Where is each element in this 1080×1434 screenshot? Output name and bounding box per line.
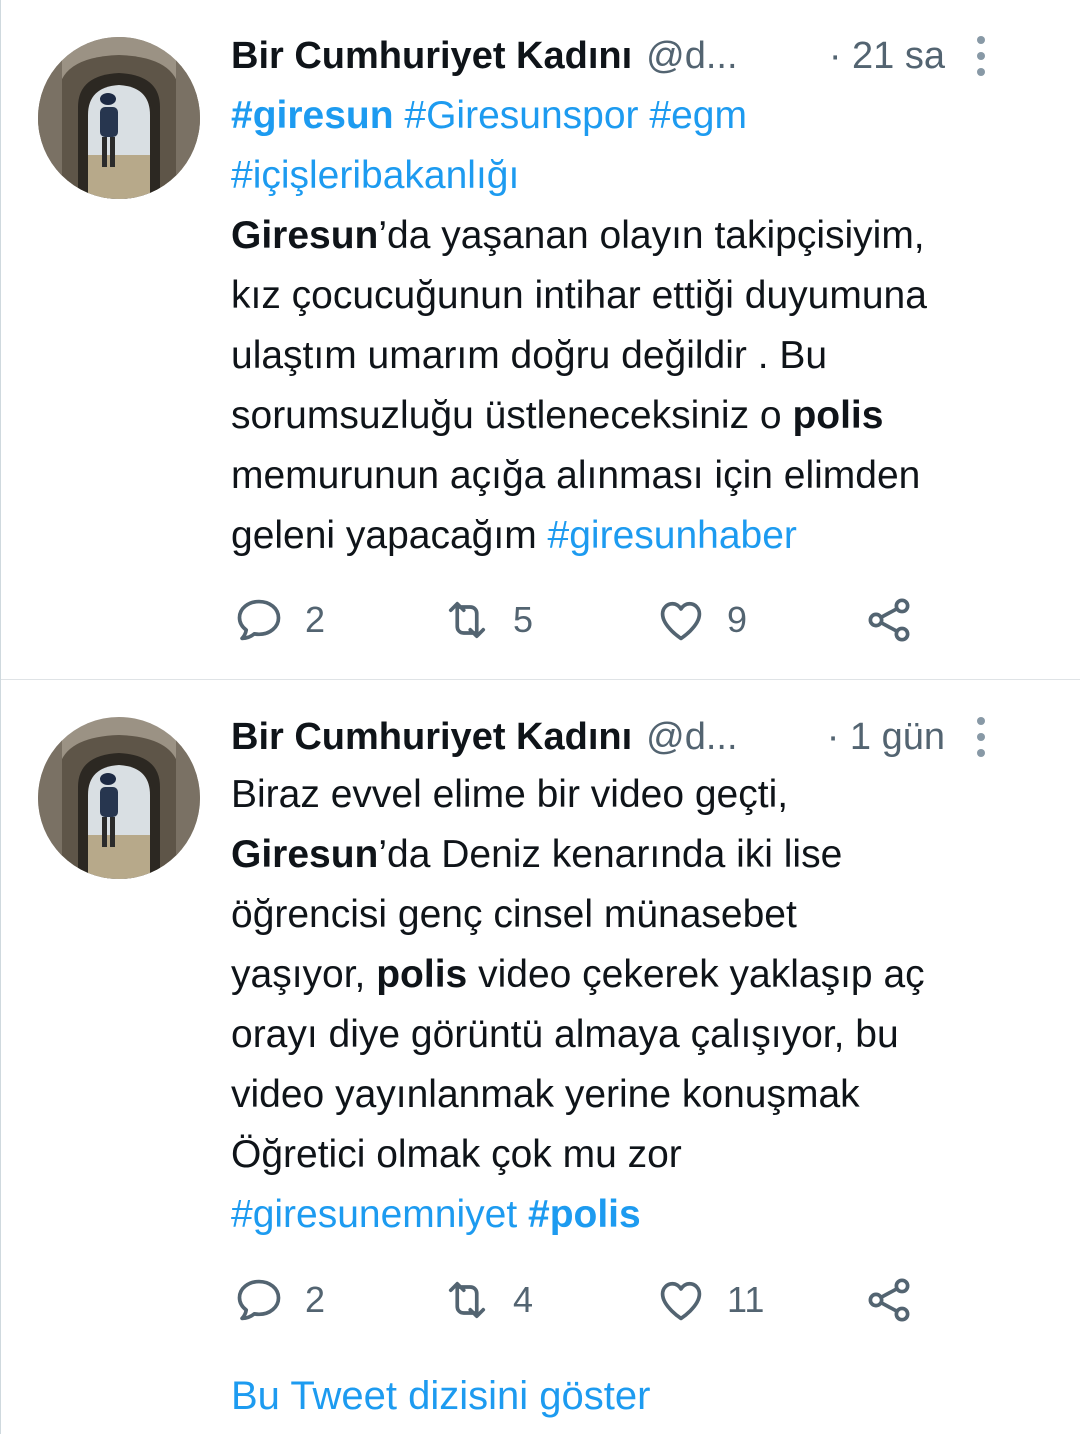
tweet-text-line: memurunun açığa alınması için elimden [231, 446, 1051, 506]
text-segment: video yayınlanmak yerine konuşmak [231, 1073, 860, 1116]
more-icon[interactable] [969, 36, 993, 76]
hashtag-link[interactable]: #egm [649, 94, 747, 137]
tweet-time[interactable]: · 1 gün [827, 716, 945, 759]
show-thread-link[interactable]: Bu Tweet dizisini göster [231, 1374, 650, 1419]
text-segment: ’da Deniz kenarında iki lise [378, 833, 843, 876]
share-icon [868, 598, 910, 642]
text-segment: yaşıyor, [231, 953, 377, 996]
tweet-text-line: Biraz evvel elime bir video geçti, [231, 765, 1051, 825]
reply-count: 2 [305, 599, 326, 640]
tweet-text-line: öğrencisi genç cinsel münasebet [231, 885, 1051, 945]
tweet-text-line: #içişleribakanlığı [231, 146, 1051, 206]
avatar-image [38, 37, 200, 199]
reply-button[interactable]: 2 [233, 1275, 325, 1325]
tweet-text-line: Öğretici olmak çok mu zor [231, 1125, 1051, 1185]
avatar[interactable] [38, 717, 200, 879]
text-segment: Giresun [231, 214, 379, 257]
tweet-text-line: Giresun’da Deniz kenarında iki lise [231, 825, 1051, 885]
tweet-text: #giresun #Giresunspor #egm #içişleribakan… [231, 86, 1051, 566]
tweet-actions: 2 5 9 [231, 595, 991, 645]
author-handle[interactable]: @d... [646, 716, 737, 759]
like-count: 9 [727, 599, 748, 640]
text-segment: ’da yaşanan olayın takipçisiyim, [378, 214, 925, 257]
text-segment [517, 1193, 528, 1236]
tweet-text-line: orayı diye görüntü almaya çalışıyor, bu [231, 1005, 1051, 1065]
like-button[interactable]: 11 [655, 1275, 764, 1325]
avatar-image [38, 717, 200, 879]
text-segment: geleni yapacağım [231, 514, 548, 557]
hashtag-link[interactable]: #Giresunspor [404, 94, 638, 137]
tweet-text-line: kız çocucuğunun intihar ettiği duyumuna [231, 266, 1051, 326]
avatar[interactable] [38, 37, 200, 199]
text-segment [394, 94, 405, 137]
retweet-button[interactable]: 5 [441, 595, 533, 645]
tweet-header: Bir Cumhuriyet Kadını @d... · 1 gün [231, 713, 1041, 761]
text-segment: polis [792, 394, 884, 437]
author-name[interactable]: Bir Cumhuriyet Kadını [231, 716, 632, 759]
retweet-icon [448, 601, 486, 639]
text-segment: kız çocucuğunun intihar ettiği duyumuna [231, 274, 927, 317]
tweet-2[interactable]: Bir Cumhuriyet Kadını @d... · 1 gün Bira… [1, 681, 1080, 1434]
text-segment: sorumsuzluğu üstleneceksiniz o [231, 394, 793, 437]
text-segment: orayı diye görüntü almaya çalışıyor, bu [231, 1013, 899, 1056]
tweet-header: Bir Cumhuriyet Kadını @d... · 21 sa [231, 32, 1041, 80]
retweet-button[interactable]: 4 [441, 1275, 533, 1325]
retweet-icon [448, 1281, 486, 1319]
heart-icon [660, 601, 702, 641]
tweet-text-line: yaşıyor, polis video çekerek yaklaşıp aç [231, 945, 1051, 1005]
text-segment: öğrencisi genç cinsel münasebet [231, 893, 797, 936]
tweet-text-line: #giresun #Giresunspor #egm [231, 86, 1051, 146]
hashtag-link[interactable]: #polis [528, 1193, 641, 1236]
share-button[interactable] [863, 595, 915, 645]
tweet-text-line: video yayınlanmak yerine konuşmak [231, 1065, 1051, 1125]
tweet-text: Biraz evvel elime bir video geçti, Giresu… [231, 765, 1051, 1245]
tweet-actions: 2 4 11 [231, 1275, 991, 1325]
text-segment: memurunun açığa alınması için elimden [231, 454, 921, 497]
reply-icon [237, 1279, 281, 1321]
author-handle[interactable]: @d... [646, 35, 737, 78]
retweet-count: 4 [513, 1279, 534, 1320]
author-name[interactable]: Bir Cumhuriyet Kadını [231, 35, 632, 78]
more-icon[interactable] [969, 717, 993, 757]
like-button[interactable]: 9 [655, 595, 747, 645]
text-segment: ulaştım umarım doğru değildir . Bu [231, 334, 828, 377]
text-segment [639, 94, 650, 137]
share-icon [868, 1278, 910, 1322]
tweet-text-line: sorumsuzluğu üstleneceksiniz o polis [231, 386, 1051, 446]
tweet-text-line: #giresunemniyet #polis [231, 1185, 1051, 1245]
text-segment: Öğretici olmak çok mu zor [231, 1133, 682, 1176]
reply-count: 2 [305, 1279, 326, 1320]
text-segment: video çekerek yaklaşıp aç [467, 953, 925, 996]
tweet-text-line: Giresun’da yaşanan olayın takipçisiyim, [231, 206, 1051, 266]
tweet-1[interactable]: Bir Cumhuriyet Kadını @d... · 21 sa #gir… [1, 0, 1080, 680]
reply-button[interactable]: 2 [233, 595, 325, 645]
text-segment: Biraz evvel elime bir video geçti, [231, 773, 789, 816]
tweet-text-line: ulaştım umarım doğru değildir . Bu [231, 326, 1051, 386]
heart-icon [660, 1281, 702, 1321]
hashtag-link[interactable]: #giresunhaber [548, 514, 797, 557]
hashtag-link[interactable]: #giresunemniyet [231, 1193, 517, 1236]
like-count: 11 [727, 1279, 765, 1320]
share-button[interactable] [863, 1275, 915, 1325]
reply-icon [237, 599, 281, 641]
tweet-text-line: geleni yapacağım #giresunhaber [231, 506, 1051, 566]
text-segment: polis [376, 953, 468, 996]
hashtag-link[interactable]: #giresun [231, 94, 394, 137]
text-segment: Giresun [231, 833, 379, 876]
hashtag-link[interactable]: #içişleribakanlığı [231, 154, 519, 197]
tweet-time[interactable]: · 21 sa [829, 35, 945, 78]
retweet-count: 5 [513, 599, 534, 640]
